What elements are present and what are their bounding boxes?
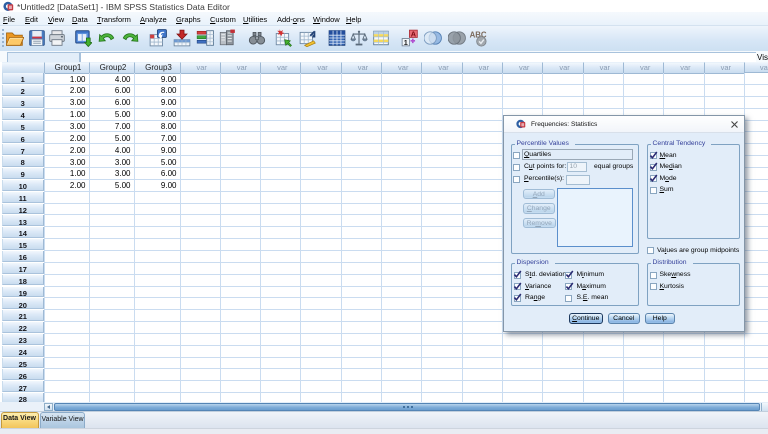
svg-text:1: 1: [404, 38, 408, 47]
svg-text:A: A: [411, 29, 417, 38]
